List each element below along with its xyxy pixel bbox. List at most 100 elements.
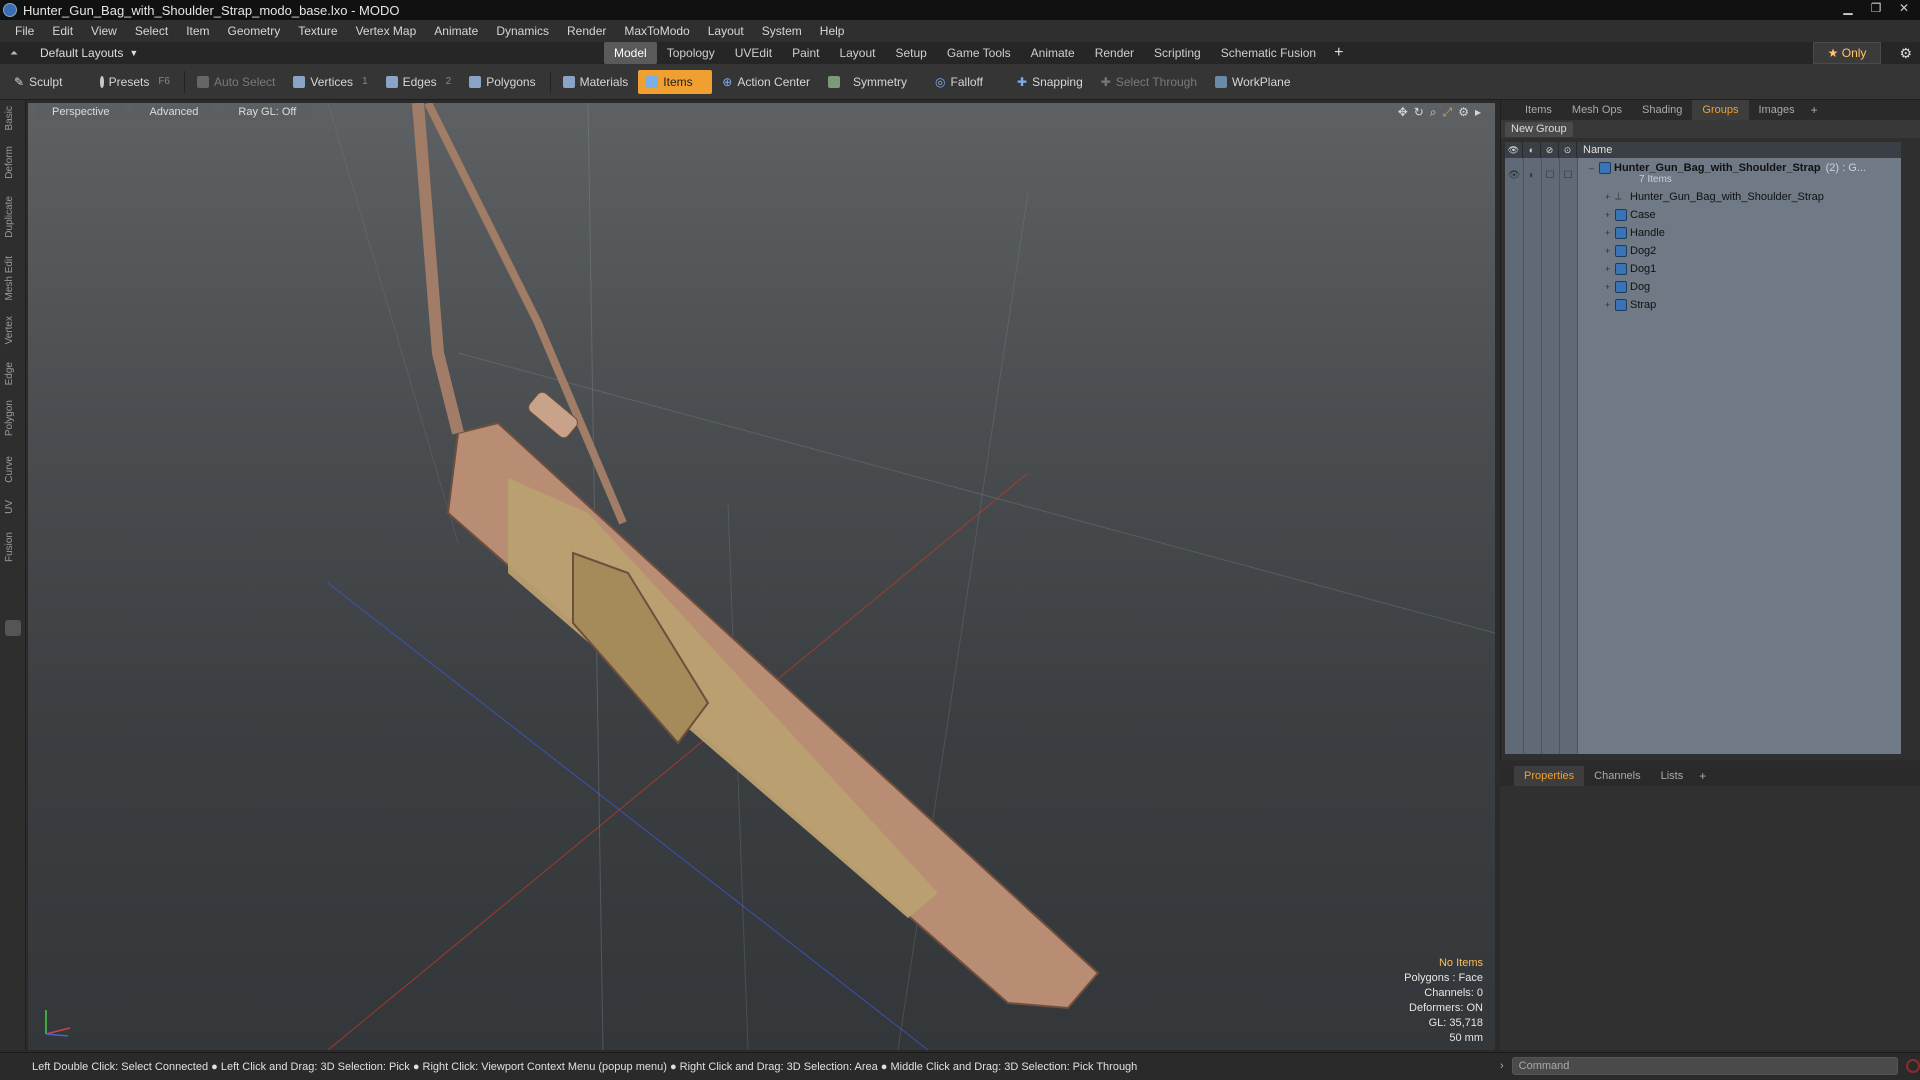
tab-shading[interactable]: Shading <box>1632 100 1692 120</box>
tree-row-dog1[interactable]: + Dog1 <box>1605 260 1656 278</box>
tab-lists[interactable]: Lists <box>1651 766 1694 786</box>
minimize-icon[interactable]: ▁ <box>1836 0 1860 16</box>
menu-select[interactable]: Select <box>126 20 177 42</box>
menu-help[interactable]: Help <box>811 20 854 42</box>
vertices-button[interactable]: Vertices 1 <box>285 70 375 94</box>
expand-icon[interactable]: + <box>1605 246 1615 256</box>
group-select-toggle[interactable]: ☐ <box>1559 170 1577 181</box>
polygons-button[interactable]: Polygons <box>461 70 543 94</box>
group-row[interactable]: – Hunter_Gun_Bag_with_Shoulder_Strap (2)… <box>1589 159 1866 177</box>
tree-row-dog2[interactable]: + Dog2 <box>1605 242 1656 260</box>
restore-icon[interactable]: ❐ <box>1864 0 1888 16</box>
presets-button[interactable]: Presets F6 <box>92 70 178 94</box>
tab-uvedit[interactable]: UVEdit <box>725 42 782 64</box>
layout-dropdown[interactable]: ⏶ Default Layouts ▼ <box>0 46 600 60</box>
tab-model[interactable]: Model <box>604 42 657 64</box>
tab-layout[interactable]: Layout <box>829 42 885 64</box>
tree-row-strap[interactable]: + Strap <box>1605 296 1656 314</box>
new-group-button[interactable]: New Group <box>1505 121 1573 137</box>
tree-row-handle[interactable]: + Handle <box>1605 224 1665 242</box>
menu-animate[interactable]: Animate <box>425 20 487 42</box>
vtab-duplicate[interactable]: Duplicate <box>4 196 22 238</box>
fit-view-icon[interactable]: ⤢ <box>1443 105 1453 120</box>
action-center-button[interactable]: ⊕ Action Center <box>714 70 818 94</box>
panel-toggle-button[interactable] <box>5 620 21 636</box>
shading-mode-button[interactable]: Advanced <box>133 104 215 120</box>
add-layout-tab-button[interactable]: + <box>1326 42 1351 64</box>
sculpt-button[interactable]: ✎ Sculpt <box>6 70 90 94</box>
expand-icon[interactable]: + <box>1605 210 1615 220</box>
gear-icon[interactable]: ⚙ <box>1899 45 1912 62</box>
vtab-uv[interactable]: UV <box>4 500 22 514</box>
tab-topology[interactable]: Topology <box>657 42 725 64</box>
vtab-fusion[interactable]: Fusion <box>4 532 22 562</box>
tab-setup[interactable]: Setup <box>885 42 936 64</box>
tab-groups[interactable]: Groups <box>1692 100 1749 120</box>
tab-images[interactable]: Images <box>1749 100 1805 120</box>
menu-view[interactable]: View <box>82 20 126 42</box>
group-visibility-icon[interactable]: 👁 <box>1505 170 1523 181</box>
vtab-deform[interactable]: Deform <box>4 146 22 179</box>
command-input[interactable] <box>1511 1057 1898 1075</box>
menu-file[interactable]: File <box>6 20 43 42</box>
group-lock-toggle[interactable]: ☐ <box>1541 170 1559 181</box>
vtab-mesh-edit[interactable]: Mesh Edit <box>4 256 22 300</box>
add-tab-button[interactable]: + <box>1805 103 1824 117</box>
workplane-button[interactable]: WorkPlane <box>1207 70 1298 94</box>
rotate-view-icon[interactable]: ↻ <box>1414 105 1424 120</box>
tree-row-case[interactable]: + Case <box>1605 206 1656 224</box>
menu-dynamics[interactable]: Dynamics <box>487 20 558 42</box>
menu-edit[interactable]: Edit <box>43 20 82 42</box>
symmetry-button[interactable]: Symmetry <box>820 70 915 94</box>
viewport-more-icon[interactable]: ▸ <box>1475 105 1481 120</box>
vtab-basic[interactable]: Basic <box>4 106 22 130</box>
tab-game-tools[interactable]: Game Tools <box>937 42 1021 64</box>
menu-vertex-map[interactable]: Vertex Map <box>347 20 426 42</box>
view-mode-button[interactable]: Perspective <box>36 104 126 120</box>
menu-texture[interactable]: Texture <box>289 20 346 42</box>
edges-button[interactable]: Edges 2 <box>378 70 460 94</box>
zoom-icon[interactable]: ⌕ <box>1430 105 1437 120</box>
tab-channels[interactable]: Channels <box>1584 766 1650 786</box>
expand-icon[interactable]: + <box>1605 300 1615 310</box>
tab-schematic-fusion[interactable]: Schematic Fusion <box>1211 42 1326 64</box>
name-column-header[interactable]: Name <box>1577 144 1612 156</box>
close-icon[interactable]: ✕ <box>1892 0 1916 16</box>
tree-row-mesh-item[interactable]: + ⟂ Hunter_Gun_Bag_with_Shoulder_Strap <box>1605 188 1824 206</box>
visibility-column-icon[interactable]: 👁 <box>1505 142 1523 158</box>
tab-mesh-ops[interactable]: Mesh Ops <box>1562 100 1632 120</box>
select-through-button[interactable]: ✚ Select Through <box>1093 70 1205 94</box>
vtab-vertex[interactable]: Vertex <box>4 316 22 344</box>
raygl-button[interactable]: Ray GL: Off <box>222 104 313 120</box>
collapse-icon[interactable]: – <box>1589 163 1599 173</box>
expand-icon[interactable]: + <box>1605 192 1615 202</box>
add-tab-button[interactable]: + <box>1693 769 1712 783</box>
viewport-gear-icon[interactable]: ⚙ <box>1458 105 1469 120</box>
expand-icon[interactable]: + <box>1605 282 1615 292</box>
auto-select-button[interactable]: Auto Select <box>189 70 283 94</box>
tab-scripting[interactable]: Scripting <box>1144 42 1211 64</box>
menu-render[interactable]: Render <box>558 20 615 42</box>
tab-items[interactable]: Items <box>1515 100 1562 120</box>
tab-properties[interactable]: Properties <box>1514 766 1585 786</box>
select-column-icon[interactable]: ⊙ <box>1559 142 1577 158</box>
tab-paint[interactable]: Paint <box>782 42 829 64</box>
move-view-icon[interactable]: ✥ <box>1398 105 1408 120</box>
layout-collapse-icon[interactable]: ⏶ <box>10 48 18 59</box>
menu-maxtomodo[interactable]: MaxToModo <box>615 20 698 42</box>
command-history-icon[interactable]: › <box>1500 1060 1504 1072</box>
stop-icon[interactable] <box>1905 1059 1920 1073</box>
vtab-edge[interactable]: Edge <box>4 362 22 385</box>
snapping-button[interactable]: ✚ Snapping <box>1009 70 1091 94</box>
expand-icon[interactable]: + <box>1605 264 1615 274</box>
items-button[interactable]: Items <box>638 69 713 94</box>
menu-geometry[interactable]: Geometry <box>219 20 290 42</box>
falloff-button[interactable]: ◎ Falloff <box>927 70 991 94</box>
only-button[interactable]: ★ Only <box>1812 42 1882 64</box>
3d-viewport[interactable]: Perspective Advanced Ray GL: Off ✥ ↻ ⌕ ⤢… <box>28 103 1495 1050</box>
expand-icon[interactable]: + <box>1605 228 1615 238</box>
menu-system[interactable]: System <box>753 20 811 42</box>
tree-row-dog[interactable]: + Dog <box>1605 278 1650 296</box>
group-render-icon[interactable]: ◐ <box>1523 170 1541 181</box>
materials-button[interactable]: Materials <box>555 70 637 94</box>
